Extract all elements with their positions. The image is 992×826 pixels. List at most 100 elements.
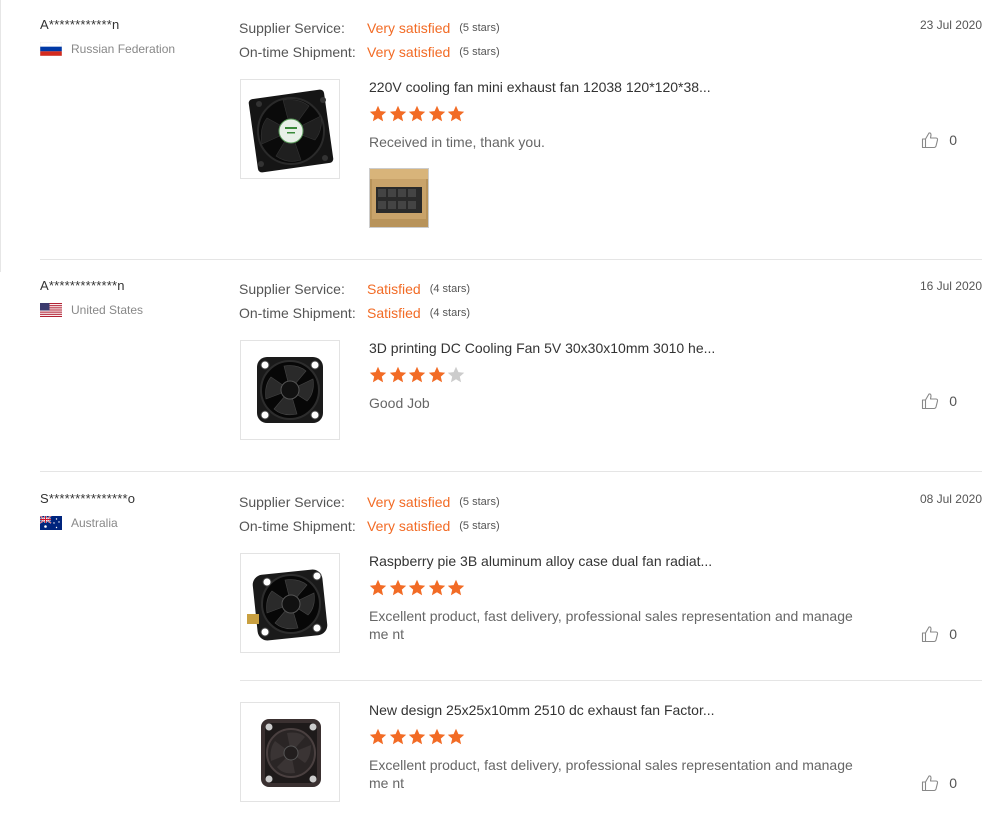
star-filled-icon [408, 728, 426, 745]
product-star-rating [369, 728, 467, 746]
review-ratings: Supplier Service: Satisfied (4 stars) On… [239, 277, 470, 325]
rating-stars-text: (4 stars) [429, 307, 471, 319]
reviewer-name: A************n [40, 17, 120, 32]
star-filled-icon [447, 105, 465, 122]
cooling-fan-30mm-icon [257, 357, 323, 423]
rating-value: Very satisfied [367, 44, 451, 60]
product-divider [240, 680, 982, 681]
supplier-service-rating: Supplier Service: Satisfied (4 stars) [239, 277, 470, 301]
star-filled-icon [369, 366, 387, 383]
reviewer-name: S***************o [40, 491, 136, 506]
rating-value: Very satisfied [367, 20, 451, 36]
on-time-shipment-rating: On-time Shipment: Satisfied (4 stars) [239, 301, 470, 325]
like-count: 0 [949, 626, 957, 642]
like-button[interactable]: 0 [921, 131, 957, 149]
country-name: United States [71, 303, 144, 317]
rating-stars-text: (5 stars) [459, 520, 500, 532]
rating-label: On-time Shipment: [239, 44, 356, 60]
reviewer-country: Russian Federation [40, 42, 230, 56]
rating-label: Supplier Service: [239, 281, 345, 297]
reviewer-country: United States [40, 303, 230, 317]
product-title[interactable]: 3D printing DC Cooling Fan 5V 30x30x10mm… [369, 340, 715, 356]
rating-label: Supplier Service: [239, 494, 345, 510]
review-divider [40, 259, 982, 260]
review-date: 23 Jul 2020 [919, 18, 982, 32]
review-date: 16 Jul 2020 [919, 279, 982, 293]
star-empty-icon [447, 366, 465, 383]
star-filled-icon [428, 105, 445, 122]
star-filled-icon [408, 579, 426, 596]
review-comment: Received in time, thank you. [369, 134, 545, 150]
product-title[interactable]: Raspberry pie 3B aluminum alloy case dua… [369, 553, 712, 569]
review-comment: Excellent product, fast delivery, profes… [369, 757, 853, 791]
review-comment: Excellent product, fast delivery, profes… [369, 608, 853, 642]
star-filled-icon [369, 579, 387, 596]
rating-stars-text: (5 stars) [459, 22, 500, 34]
review-comment: Good Job [369, 395, 430, 411]
star-filled-icon [428, 728, 445, 745]
reviewer-info: S***************o Australia [40, 490, 230, 530]
reviewer-info: A*************n United States [40, 277, 230, 317]
like-button[interactable]: 0 [921, 625, 957, 643]
review-divider [40, 471, 982, 472]
review-photo[interactable] [369, 168, 429, 228]
product-star-rating [369, 366, 467, 384]
rating-label: On-time Shipment: [239, 305, 356, 321]
thumbs-up-icon [922, 132, 939, 149]
cooling-fan-25mm-icon [261, 719, 321, 787]
shipping-box-photo-icon [370, 169, 428, 227]
star-filled-icon [428, 579, 445, 596]
supplier-service-rating: Supplier Service: Very satisfied (5 star… [239, 490, 500, 514]
thumbs-up-icon [922, 393, 939, 410]
star-filled-icon [389, 728, 406, 745]
review-date: 08 Jul 2020 [919, 492, 982, 506]
like-button[interactable]: 0 [921, 392, 957, 410]
reviewer-info: A************n Russian Federation [40, 16, 230, 56]
star-filled-icon [428, 366, 445, 383]
rating-value: Satisfied [367, 305, 421, 321]
rating-value: Very satisfied [367, 494, 451, 510]
product-thumbnail[interactable] [240, 79, 340, 179]
rating-stars-text: (4 stars) [429, 283, 471, 295]
usa-flag-icon [40, 303, 62, 317]
country-name: Australia [71, 516, 118, 530]
product-title[interactable]: 220V cooling fan mini exhaust fan 12038 … [369, 79, 711, 95]
like-count: 0 [949, 132, 957, 148]
rating-stars-text: (5 stars) [459, 496, 500, 508]
like-count: 0 [949, 393, 957, 409]
rating-label: On-time Shipment: [239, 518, 356, 534]
australia-flag-icon [40, 516, 62, 530]
star-filled-icon [369, 728, 387, 745]
star-filled-icon [408, 366, 426, 383]
on-time-shipment-rating: On-time Shipment: Very satisfied (5 star… [239, 514, 500, 538]
product-thumbnail[interactable] [240, 340, 340, 440]
russia-flag-icon [40, 42, 62, 56]
thumbs-up-icon [922, 626, 939, 643]
cooling-fan-30mm-icon [247, 569, 328, 641]
product-title[interactable]: New design 25x25x10mm 2510 dc exhaust fa… [369, 702, 715, 718]
like-button[interactable]: 0 [921, 774, 957, 792]
country-name: Russian Federation [71, 42, 176, 56]
star-filled-icon [369, 105, 387, 122]
rating-value: Satisfied [367, 281, 421, 297]
product-thumbnail[interactable] [240, 702, 340, 802]
product-star-rating [369, 105, 467, 123]
rating-stars-text: (5 stars) [459, 46, 500, 58]
rating-label: Supplier Service: [239, 20, 345, 36]
left-border [0, 0, 1, 272]
star-filled-icon [389, 366, 406, 383]
supplier-service-rating: Supplier Service: Very satisfied (5 star… [239, 16, 500, 40]
star-filled-icon [408, 105, 426, 122]
cooling-fan-120mm-icon [248, 89, 334, 173]
thumbs-up-icon [922, 775, 939, 792]
review-ratings: Supplier Service: Very satisfied (5 star… [239, 16, 500, 64]
on-time-shipment-rating: On-time Shipment: Very satisfied (5 star… [239, 40, 500, 64]
product-thumbnail[interactable] [240, 553, 340, 653]
star-filled-icon [389, 105, 406, 122]
review-ratings: Supplier Service: Very satisfied (5 star… [239, 490, 500, 538]
like-count: 0 [949, 775, 957, 791]
reviewer-name: A*************n [40, 278, 125, 293]
star-filled-icon [389, 579, 406, 596]
product-star-rating [369, 579, 467, 597]
star-filled-icon [447, 728, 465, 745]
